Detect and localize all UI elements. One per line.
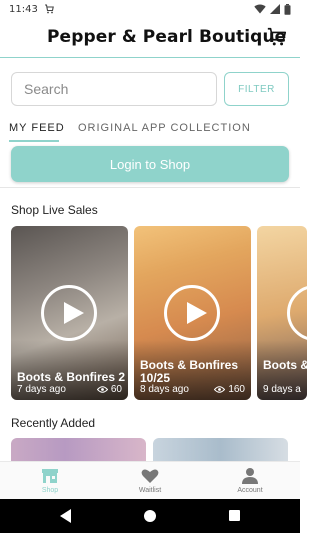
signal-icon	[270, 4, 280, 14]
app-title: Pepper & Pearl Boutique	[47, 27, 287, 47]
search-input[interactable]	[11, 72, 217, 106]
feed-tabs: MY FEED ORIGINAL APP COLLECTION	[0, 118, 300, 142]
filter-button[interactable]: FILTER	[224, 72, 289, 106]
live-sale-title: Boots &	[263, 358, 307, 372]
back-icon[interactable]	[60, 509, 72, 523]
live-sale-title: Boots & Bonfires 2	[17, 370, 126, 384]
live-sale-card[interactable]: Boots & 9 days a	[257, 226, 307, 400]
live-sale-view-count: 160	[228, 384, 245, 395]
active-tab-indicator	[9, 140, 59, 142]
cart-notification-icon	[44, 4, 54, 14]
play-icon[interactable]	[287, 285, 307, 341]
shop-icon	[42, 469, 58, 483]
live-sale-date: 8 days ago	[140, 384, 189, 395]
battery-icon	[284, 3, 291, 15]
tab-original-app-collection[interactable]: ORIGINAL APP COLLECTION	[78, 122, 251, 134]
live-sale-card[interactable]: Boots & Bonfires 10/25 8 days ago 160	[134, 226, 251, 400]
live-sale-date: 7 days ago	[17, 384, 66, 395]
account-icon	[242, 468, 258, 484]
live-sale-title: Boots & Bonfires 10/25	[140, 358, 239, 385]
status-icons	[254, 3, 291, 15]
system-nav-bar	[0, 499, 300, 533]
tab-my-feed[interactable]: MY FEED	[9, 122, 65, 134]
eye-icon	[214, 386, 226, 393]
live-sale-date: 9 days a	[263, 384, 301, 395]
app-header: Pepper & Pearl Boutique	[0, 18, 300, 58]
live-sale-view-count: 60	[110, 384, 122, 395]
play-icon[interactable]	[164, 285, 220, 341]
login-to-shop-button[interactable]: Login to Shop	[11, 146, 289, 182]
heart-icon	[141, 469, 159, 483]
live-sale-card[interactable]: Boots & Bonfires 2 7 days ago 60	[11, 226, 128, 400]
nav-label: Waitlist	[138, 487, 162, 494]
wifi-icon	[254, 4, 266, 14]
status-time: 11:43	[9, 3, 38, 15]
eye-icon	[96, 386, 108, 393]
divider	[0, 187, 300, 188]
nav-account[interactable]: Account	[200, 462, 300, 499]
recently-added-heading: Recently Added	[11, 416, 96, 430]
nav-waitlist[interactable]: Waitlist	[100, 462, 200, 499]
cart-icon[interactable]	[266, 26, 288, 48]
play-icon[interactable]	[41, 285, 97, 341]
bottom-nav: Shop Waitlist Account	[0, 461, 300, 499]
shop-live-sales-heading: Shop Live Sales	[11, 203, 98, 217]
live-sale-views: 60	[96, 384, 122, 395]
recents-icon[interactable]	[229, 510, 240, 521]
home-icon[interactable]	[144, 510, 156, 522]
live-sale-views: 160	[214, 384, 245, 395]
nav-label: Shop	[41, 487, 59, 494]
nav-shop[interactable]: Shop	[0, 462, 100, 499]
status-bar: 11:43	[0, 0, 300, 18]
nav-label: Account	[237, 487, 263, 494]
